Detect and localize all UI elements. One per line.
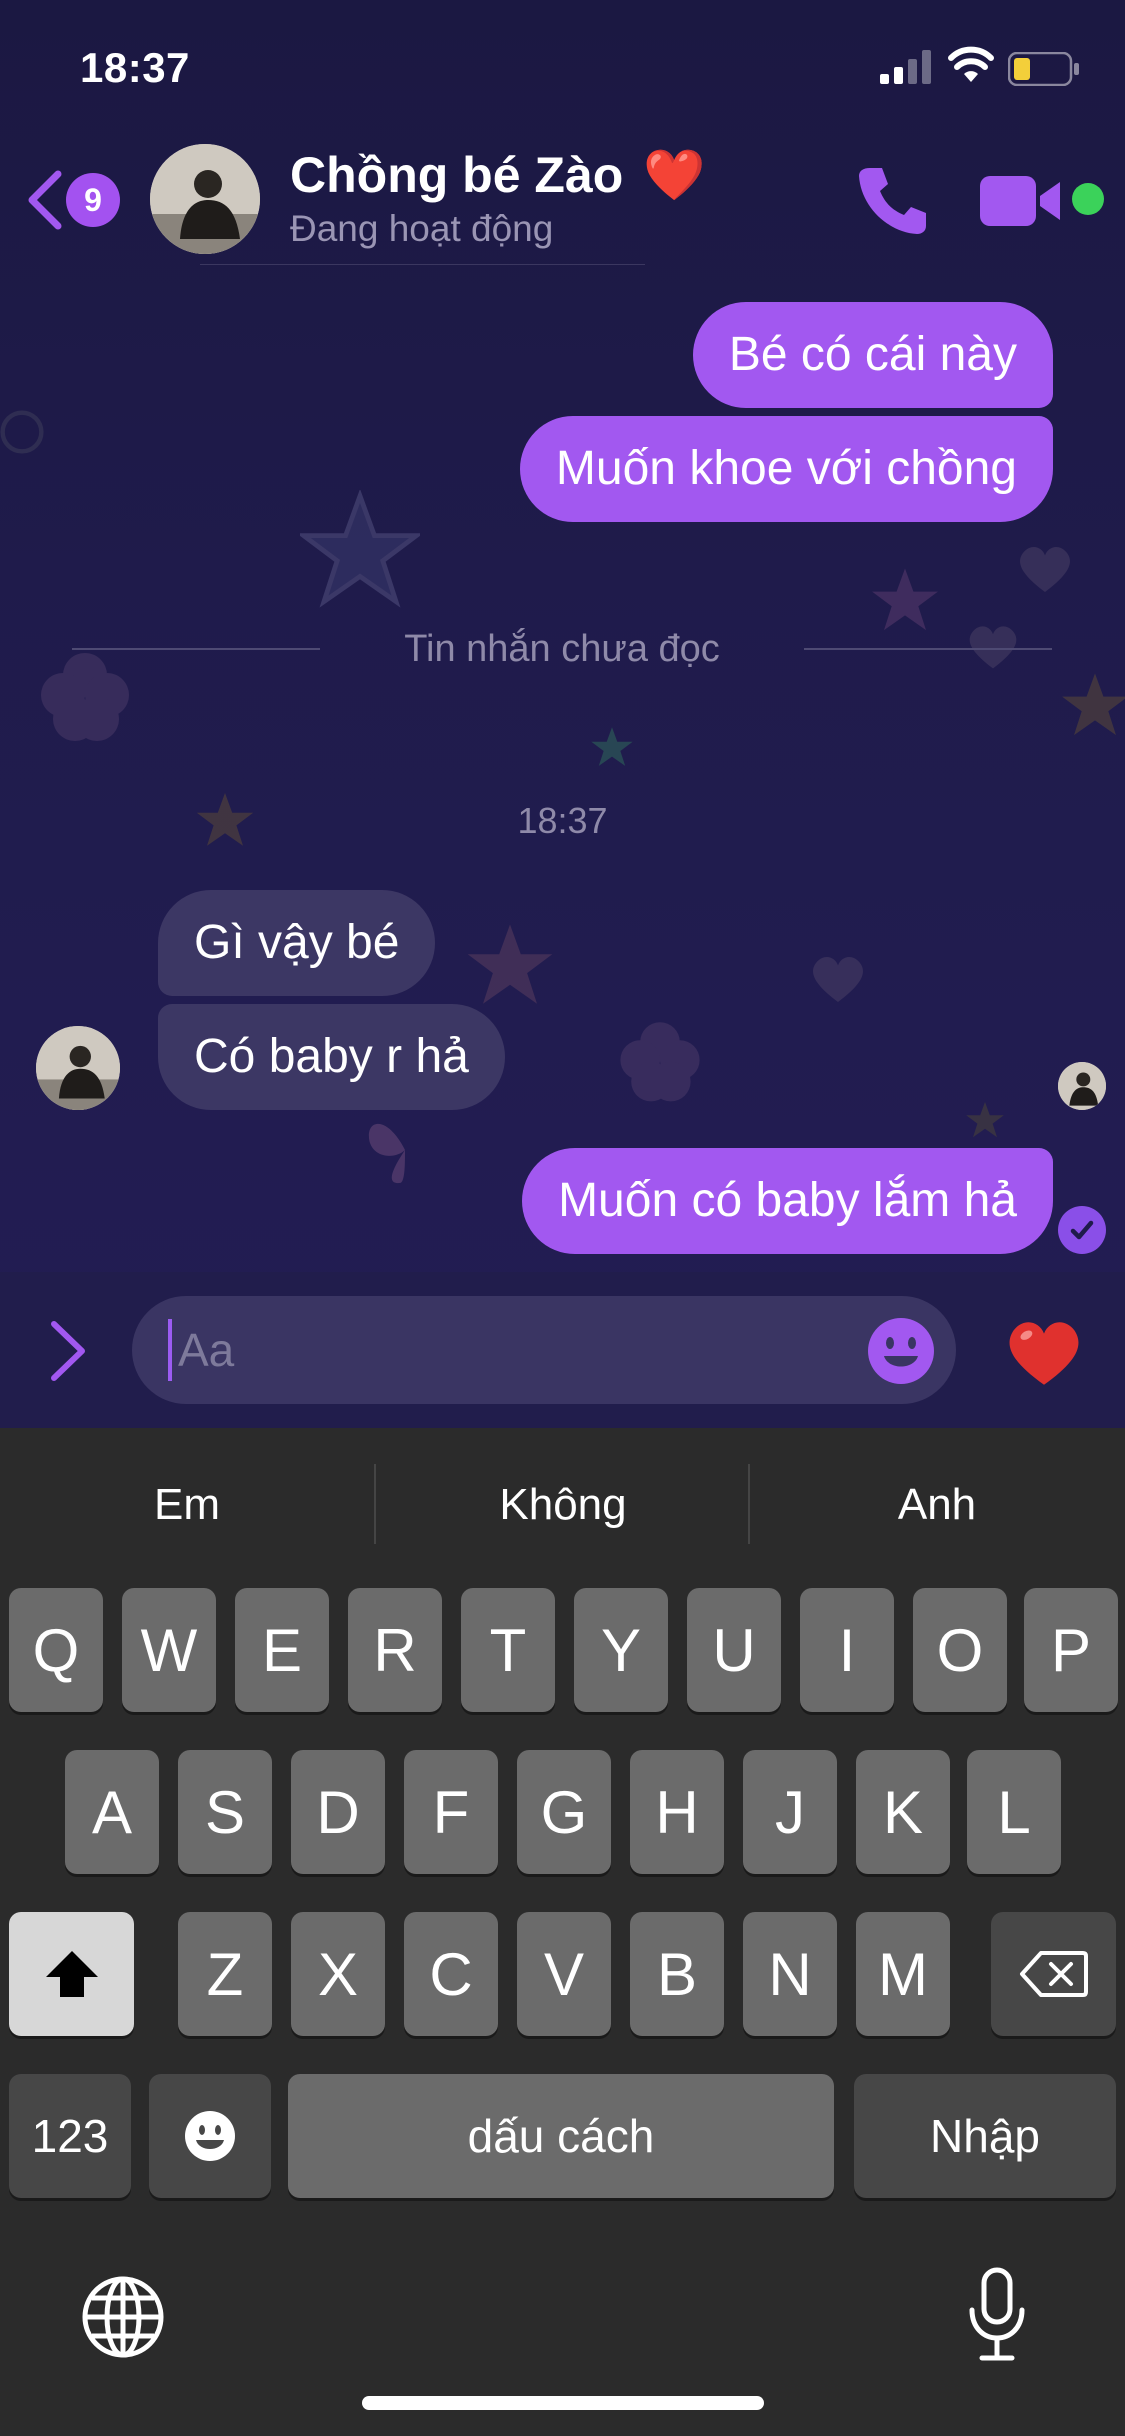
seen-receipt-avatar — [1058, 1062, 1106, 1110]
contact-name[interactable]: Chồng bé Zào ❤️ — [290, 146, 705, 205]
unread-divider: Tin nhắn chưa đọc — [72, 620, 1052, 680]
online-indicator — [1072, 183, 1104, 215]
divider-line — [804, 648, 1052, 650]
incoming-message[interactable]: Có baby r hả — [158, 1004, 505, 1110]
return-key[interactable]: Nhập — [854, 2074, 1116, 2198]
heart-decoration-icon — [1020, 547, 1070, 592]
star-decoration-icon — [966, 1102, 1004, 1138]
smiley-emoji-icon[interactable] — [866, 1316, 936, 1386]
flower-decoration-icon — [620, 1022, 700, 1102]
header-divider — [200, 264, 645, 265]
status-time: 18:37 — [80, 44, 190, 91]
battery-icon — [1008, 52, 1079, 86]
cellular-signal-icon — [880, 50, 931, 84]
message-input[interactable] — [178, 1323, 778, 1377]
key-a[interactable]: A — [65, 1750, 159, 1874]
star-decoration-icon — [467, 924, 553, 1004]
key-r[interactable]: R — [348, 1588, 442, 1712]
key-g[interactable]: G — [517, 1750, 611, 1874]
microphone-icon[interactable] — [962, 2266, 1032, 2366]
suggestion-item[interactable]: Không — [376, 1480, 750, 1530]
video-call-icon[interactable] — [978, 166, 1068, 236]
sent-status-icon — [1058, 1206, 1106, 1254]
key-z[interactable]: Z — [178, 1912, 272, 2036]
key-d[interactable]: D — [291, 1750, 385, 1874]
shift-key[interactable] — [9, 1912, 134, 2036]
key-f[interactable]: F — [404, 1750, 498, 1874]
contact-name-text: Chồng bé Zào — [290, 147, 624, 203]
unread-count-badge: 9 — [66, 173, 120, 227]
sender-avatar[interactable] — [36, 1026, 120, 1110]
emoji-key[interactable] — [149, 2074, 271, 2198]
star-decoration-icon — [300, 490, 420, 608]
check-icon — [1070, 1220, 1094, 1240]
key-h[interactable]: H — [630, 1750, 724, 1874]
key-k[interactable]: K — [856, 1750, 950, 1874]
key-m[interactable]: M — [856, 1912, 950, 2036]
key-p[interactable]: P — [1024, 1588, 1118, 1712]
globe-icon[interactable] — [78, 2272, 168, 2362]
back-button[interactable]: 9 — [24, 160, 134, 240]
heart-reaction-icon[interactable] — [1004, 1312, 1084, 1392]
delete-backward-icon — [1019, 1951, 1088, 1997]
star-decoration-icon — [1062, 673, 1125, 736]
key-u[interactable]: U — [687, 1588, 781, 1712]
key-x[interactable]: X — [291, 1912, 385, 2036]
outgoing-message[interactable]: Muốn có baby lắm hả — [522, 1148, 1053, 1254]
message-composer — [0, 1272, 1125, 1428]
home-indicator[interactable] — [362, 2396, 764, 2410]
suggestion-item[interactable]: Em — [0, 1480, 374, 1530]
outgoing-message[interactable]: Muốn khoe với chồng — [519, 416, 1053, 522]
wifi-icon — [948, 46, 994, 82]
person-photo-icon — [1058, 1062, 1106, 1110]
conversation-header: 9 Chồng bé Zào ❤️ Đang hoạt động — [0, 130, 1125, 270]
suggestion-item[interactable]: Anh — [750, 1480, 1124, 1530]
suggestion-bar: Em Không Anh — [0, 1428, 1125, 1578]
key-l[interactable]: L — [967, 1750, 1061, 1874]
key-i[interactable]: I — [800, 1588, 894, 1712]
message-timestamp: 18:37 — [517, 800, 608, 841]
smiley-decoration-icon — [0, 410, 44, 454]
key-t[interactable]: T — [461, 1588, 555, 1712]
key-v[interactable]: V — [517, 1912, 611, 2036]
phone-call-icon[interactable] — [852, 160, 932, 240]
heart-emoji-icon: ❤️ — [643, 147, 706, 203]
outgoing-message[interactable]: Bé có cái này — [692, 302, 1053, 408]
person-photo-icon — [150, 144, 260, 254]
messenger-screen: 18:37 9 Chồng bé Zào ❤️ Đang hoạt động B… — [0, 0, 1125, 2436]
key-o[interactable]: O — [913, 1588, 1007, 1712]
person-photo-icon — [36, 1026, 120, 1110]
key-s[interactable]: S — [178, 1750, 272, 1874]
chevron-left-icon — [28, 170, 62, 230]
key-w[interactable]: W — [122, 1588, 216, 1712]
backspace-key[interactable] — [991, 1912, 1116, 2036]
key-c[interactable]: C — [404, 1912, 498, 2036]
star-decoration-icon — [591, 727, 633, 766]
numbers-key[interactable]: 123 — [9, 2074, 131, 2198]
key-e[interactable]: E — [235, 1588, 329, 1712]
keyboard: Em Không Anh Q W E R T Y U I O P A S D F… — [0, 1428, 1125, 2436]
butterfly-decoration-icon — [368, 1123, 405, 1184]
active-status: Đang hoạt động — [290, 208, 554, 249]
incoming-message[interactable]: Gì vậy bé — [158, 890, 436, 996]
key-y[interactable]: Y — [574, 1588, 668, 1712]
shift-arrow-icon — [45, 1951, 98, 1997]
key-b[interactable]: B — [630, 1912, 724, 2036]
key-q[interactable]: Q — [9, 1588, 103, 1712]
heart-decoration-icon — [813, 957, 863, 1002]
key-n[interactable]: N — [743, 1912, 837, 2036]
text-caret — [168, 1319, 172, 1381]
status-bar: 18:37 — [0, 0, 1125, 130]
contact-avatar[interactable] — [150, 144, 260, 254]
space-key[interactable]: dấu cách — [288, 2074, 834, 2198]
emoji-smiley-icon — [185, 2111, 235, 2161]
key-j[interactable]: J — [743, 1750, 837, 1874]
chevron-right-icon[interactable] — [44, 1316, 94, 1386]
message-input-box[interactable] — [132, 1296, 956, 1404]
